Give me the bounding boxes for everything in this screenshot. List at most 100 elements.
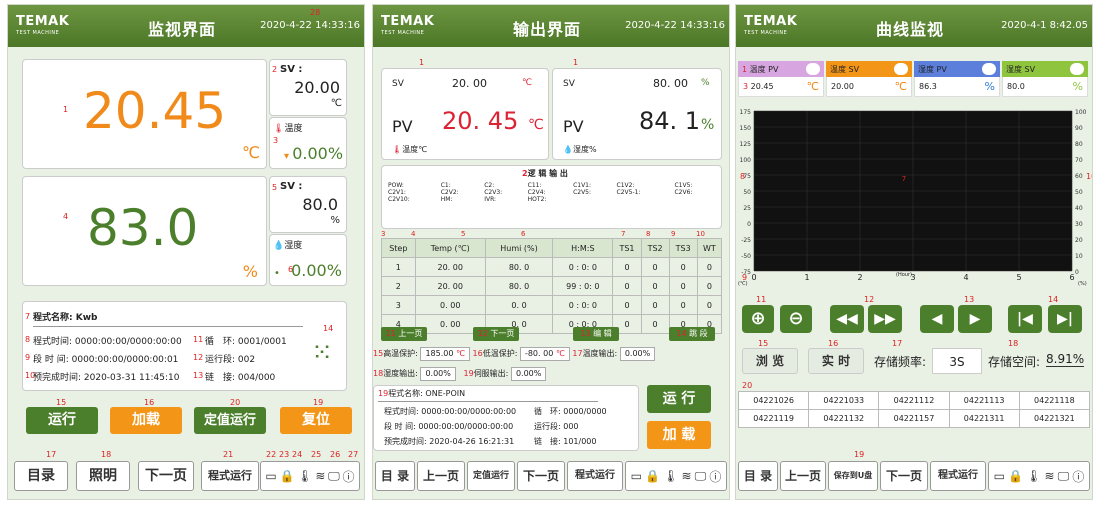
toggle-icon[interactable]: [806, 63, 820, 75]
program-run-button[interactable]: 程式运行: [201, 461, 259, 491]
legend-temp-sv[interactable]: 温度 SV 20.00 ℃: [826, 61, 912, 97]
realtime-button[interactable]: 实 时: [808, 348, 864, 374]
page-title: 监视界面: [148, 20, 217, 39]
list-item[interactable]: 04221112: [878, 391, 950, 410]
table-row[interactable]: 1 20. 00 80. 00 : 0: 00000: [381, 257, 723, 277]
humidity-pv-value: 83.0: [87, 199, 199, 257]
marker: 16: [144, 398, 155, 407]
jump-segment-button[interactable]: 14 跳 段: [669, 327, 715, 341]
link-info: 链 接: 004/000: [205, 373, 276, 383]
run-button[interactable]: 运 行: [647, 385, 711, 413]
prev-step-button[interactable]: 11 上一页: [381, 327, 427, 341]
list-item[interactable]: 04221321: [1018, 409, 1091, 428]
program-run-button[interactable]: 程式运行: [567, 461, 623, 491]
low-temp-protection-input[interactable]: -80. 00 ℃: [519, 347, 570, 361]
lock-icon: 🔒: [1008, 469, 1023, 483]
lock-icon: 🔒: [645, 469, 660, 483]
list-item[interactable]: 04221026: [737, 391, 810, 410]
logo-subtitle: TEST MACHINE: [16, 30, 60, 36]
logic-output-cell: [617, 196, 675, 203]
fixed-run-button[interactable]: 定值运行: [467, 461, 515, 491]
fast-backward-button[interactable]: ◀◀: [830, 305, 864, 333]
logo: TEMAK: [381, 14, 435, 29]
y2-tick-label: 60: [1075, 173, 1083, 180]
zoom-out-button[interactable]: ⊖: [780, 305, 812, 333]
fixed-run-button[interactable]: 定值运行: [194, 407, 266, 434]
lighting-button[interactable]: 照明: [76, 461, 130, 491]
info-icon: ⓘ: [1072, 469, 1085, 484]
sv-label: SV: [563, 79, 575, 89]
menu-button[interactable]: 目 录: [375, 461, 415, 491]
temperature-pv-unit: ℃: [528, 117, 544, 133]
list-item[interactable]: 04221118: [1018, 391, 1091, 410]
load-button[interactable]: 加载: [110, 407, 182, 434]
loading-spinner-icon: ⁙: [311, 338, 333, 368]
logic-output-cell: C2V5:: [573, 189, 592, 196]
status-icons: ▭ 🔒 🌡 ≋ 🖵 ⓘ: [988, 461, 1090, 491]
temperature-pv-card[interactable]: 1 20.45 ℃: [22, 59, 267, 169]
next-page-button[interactable]: 下一页: [517, 461, 565, 491]
toggle-icon[interactable]: [894, 63, 908, 75]
toggle-icon[interactable]: [982, 63, 996, 75]
logo-subtitle: TEST MACHINE: [381, 30, 425, 36]
next-step-button[interactable]: 12 下一页: [473, 327, 519, 341]
load-button[interactable]: 加 载: [647, 421, 711, 449]
reset-button[interactable]: 复位: [280, 407, 352, 434]
step-forward-button[interactable]: ▶: [958, 305, 992, 333]
humidity-pv-card[interactable]: 4 83.0 %: [22, 176, 267, 286]
marker: 20: [742, 381, 753, 390]
lock-icon: 🔒: [279, 469, 295, 483]
next-page-button[interactable]: 下一页: [880, 461, 928, 491]
list-item[interactable]: 04221311: [948, 409, 1020, 428]
logic-output-cell: [674, 196, 718, 203]
table-row[interactable]: 3 0. 00 0. 00 : 0: 00000: [381, 295, 723, 315]
legend-humi-sv[interactable]: 湿度 SV 80.0%: [1002, 61, 1088, 97]
temperature-output-card[interactable]: SV 20. 00 ℃ PV 20. 45 ℃ 🌡温度℃: [381, 68, 549, 160]
x-tick-label: 1: [804, 273, 809, 282]
temperature-sv-unit: ℃: [522, 78, 533, 88]
list-item[interactable]: 04221119: [737, 409, 810, 428]
marker: 8: [25, 335, 31, 344]
fast-forward-button[interactable]: ▶▶: [868, 305, 902, 333]
step-backward-button[interactable]: ◀: [920, 305, 954, 333]
program-run-button[interactable]: 程式运行: [930, 461, 986, 491]
footer-nav: 目 录 上一页 定值运行 下一页 程式运行 ▭ 🔒 🌡 ≋ 🖵 ⓘ: [373, 455, 729, 499]
menu-button[interactable]: 目录: [14, 461, 68, 491]
logic-output-cell: C1V1:: [573, 182, 592, 189]
prev-page-button[interactable]: 上一页: [417, 461, 465, 491]
list-item[interactable]: 04221157: [878, 409, 950, 428]
toggle-icon[interactable]: [1070, 63, 1084, 75]
go-start-button[interactable]: |◀: [1008, 305, 1042, 333]
marker: 1: [419, 58, 425, 67]
temperature-sv-card[interactable]: 2 SV : 20.00 ℃: [269, 59, 347, 116]
marker: 8: [740, 172, 745, 181]
monitor-icon: 🖵: [328, 468, 340, 483]
menu-button[interactable]: 目 录: [738, 461, 778, 491]
storage-frequency-value[interactable]: 3S: [932, 348, 982, 374]
go-end-button[interactable]: ▶|: [1048, 305, 1082, 333]
humidity-sv-card[interactable]: 5 SV : 80.0 %: [269, 176, 347, 233]
list-item[interactable]: 04221033: [808, 391, 880, 410]
browse-button[interactable]: 浏 览: [742, 348, 798, 374]
run-button[interactable]: 运行: [26, 407, 98, 434]
high-temp-protection-input[interactable]: 185.00 ℃: [420, 347, 470, 361]
next-page-button[interactable]: 下一页: [138, 461, 194, 491]
marker: 17: [46, 450, 57, 459]
curve-chart[interactable]: 1751501251007550250-25-50-75100908070605…: [736, 105, 1092, 290]
logo: TEMAK: [744, 14, 798, 29]
legend-temp-pv[interactable]: 1 温度 PV 3 20.45 ℃: [738, 61, 824, 97]
logic-output-cell: C2V4:: [527, 189, 546, 196]
datetime: 2020-4-22 14:33:16: [260, 20, 360, 31]
list-item[interactable]: 04221113: [948, 391, 1020, 410]
legend-humi-pv[interactable]: 湿度 PV 86.3%: [914, 61, 1000, 97]
zoom-in-button[interactable]: ⊕: [742, 305, 774, 333]
table-row[interactable]: 2 20. 00 80. 0 99 : 0: 00000: [381, 276, 723, 296]
edit-button[interactable]: 13 编 辑: [573, 327, 619, 341]
humidity-output-card[interactable]: SV 80. 00 % PV 84. 1 % 💧湿度%: [552, 68, 722, 160]
prev-page-button[interactable]: 上一页: [780, 461, 826, 491]
humidity-sv-value: 80.0: [302, 195, 338, 214]
save-to-usb-button[interactable]: 保存到U盘: [828, 461, 878, 491]
header: TEMAK TEST MACHINE 曲线监视 2020-4-1 8:42.05: [736, 5, 1092, 47]
y2-tick-label: 30: [1075, 221, 1083, 228]
list-item[interactable]: 04221132: [808, 409, 880, 428]
